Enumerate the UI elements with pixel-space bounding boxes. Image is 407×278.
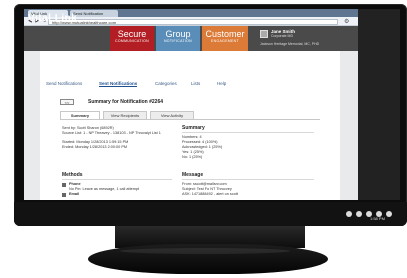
nav-group-notification[interactable]: Group NOTIFICATION — [156, 26, 200, 51]
method-name: Phone — [69, 182, 81, 186]
subnav-categories[interactable]: Categories — [155, 81, 177, 86]
tab-view-recipients[interactable]: View Recipients — [103, 111, 147, 119]
subnav-sent-notifications[interactable]: Sent Notifications — [99, 81, 138, 87]
screen-edge — [358, 9, 400, 200]
summary-yes: Yes: 1 (25%) — [182, 150, 204, 154]
nav-subtitle: COMMUNICATION — [115, 39, 149, 43]
summary-numbers: Numbers: 4 — [182, 135, 202, 139]
sent-by: Sent by: Scott Sharon (6892R) — [62, 126, 114, 130]
stand-highlight — [120, 248, 290, 254]
divider — [62, 179, 172, 180]
user-org: Jackson Heritage Memorial, MC, PHD — [260, 42, 320, 46]
nav-secure-communication[interactable]: Secure COMMUNICATION — [110, 26, 154, 51]
nav-subtitle: NOTIFICATION — [163, 39, 193, 43]
page-title: Summary for Notification #2264 — [88, 99, 164, 105]
tab-view-activity[interactable]: View Activity — [150, 111, 194, 119]
taskbar-clock: 1:58 PM — [370, 216, 385, 221]
methods-heading: Methods — [62, 172, 83, 178]
message-ask: ASK: 1471888492 - alert on scott — [182, 192, 238, 196]
email-icon — [62, 193, 66, 197]
back-button[interactable]: << — [60, 99, 74, 105]
message-heading: Message — [182, 172, 204, 178]
tab-summary[interactable]: Summary — [60, 111, 100, 119]
subnav-send-notifications[interactable]: Send Notifications — [46, 81, 82, 86]
divider — [182, 179, 314, 180]
message-from: From: sscott@mailsrv.com — [182, 182, 227, 186]
nav-subtitle: ENGAGEMENT — [211, 39, 239, 43]
phone-icon — [62, 183, 66, 187]
nav-title: Secure — [117, 29, 147, 39]
tray-icon[interactable] — [346, 211, 352, 217]
method-detail: No Pin: Leave as message, 1 call attempt — [69, 187, 140, 191]
summary-processed: Processed: 4 (100%) — [182, 140, 218, 144]
summary-heading: Summary — [182, 125, 205, 131]
divider — [182, 132, 314, 133]
subnav-help[interactable]: Help — [217, 81, 226, 86]
tray-icon[interactable] — [386, 211, 392, 217]
started-time: Started: Monday 1/28/2013 1:59:15 PM — [62, 140, 129, 144]
summary-acknowledged: Acknowledged: 1 (25%) — [182, 145, 223, 149]
nav-customer-engagement[interactable]: Customer ENGAGEMENT — [202, 26, 248, 51]
nav-title: Customer — [205, 29, 245, 39]
ended-time: Ended: Monday 1/28/2013 2:00:00 PM — [62, 145, 128, 149]
method-name: Email — [69, 192, 80, 196]
subnav-lists[interactable]: Lists — [191, 81, 200, 86]
tray-icon[interactable] — [356, 211, 362, 217]
tab-divider — [60, 119, 320, 120]
message-subject: Subject: Test Fo NT Thrucvey — [182, 187, 232, 191]
app-logo: Vital Link — [28, 13, 78, 24]
url-field[interactable]: http://www.mutualinkhealthcare.com — [48, 19, 338, 25]
source-list: Source List: 1 - NP Ttreavey - 138103 - … — [62, 131, 161, 135]
wrench-icon[interactable]: ⚙ — [344, 18, 349, 25]
user-role: Corporate MD — [271, 34, 293, 38]
nav-title: Group — [165, 29, 191, 39]
avatar[interactable] — [260, 30, 268, 38]
summary-no: No: 1 (25%) — [182, 155, 203, 159]
